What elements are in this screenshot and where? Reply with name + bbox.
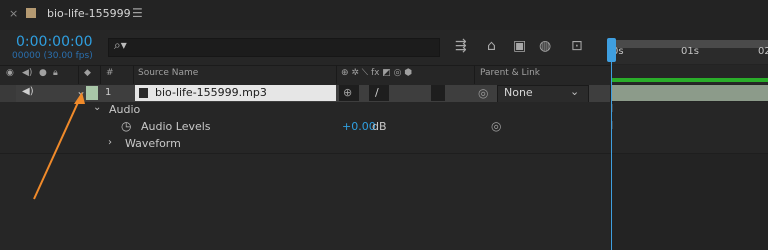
annotation-arrow (33, 92, 85, 200)
